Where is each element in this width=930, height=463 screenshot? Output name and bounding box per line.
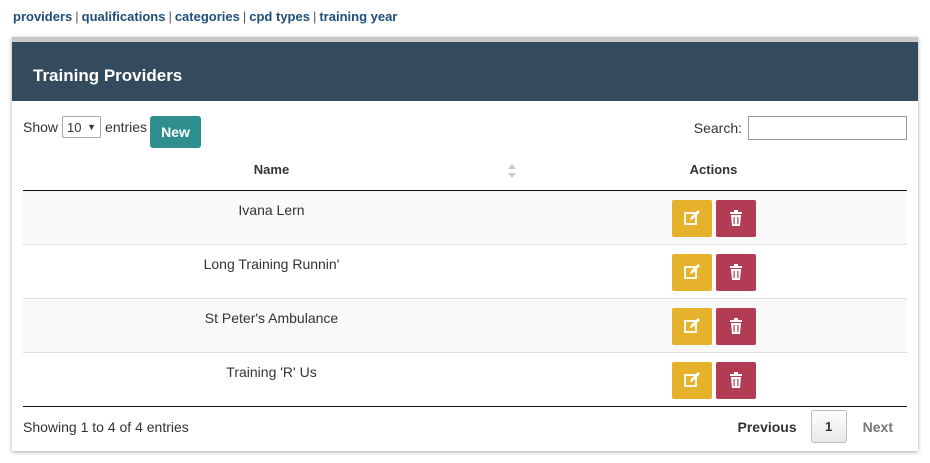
row-actions bbox=[520, 352, 907, 407]
next-button[interactable]: Next bbox=[863, 419, 893, 435]
show-label: Show bbox=[23, 119, 59, 135]
edit-button[interactable] bbox=[671, 253, 712, 291]
table-row: Training 'R' Us bbox=[23, 352, 907, 407]
new-button[interactable]: New bbox=[150, 116, 201, 148]
nav-link-providers[interactable]: providers bbox=[13, 9, 72, 24]
entries-label: entries bbox=[105, 119, 148, 135]
entries-select-value: 10 bbox=[67, 119, 82, 135]
nav-separator: | bbox=[312, 9, 317, 24]
provider-name: St Peter's Ambulance bbox=[23, 298, 520, 353]
table-header-row: Name Actions bbox=[23, 150, 907, 191]
search-input[interactable] bbox=[748, 116, 907, 140]
search-control: Search: bbox=[694, 116, 907, 140]
row-actions bbox=[520, 244, 907, 299]
delete-button[interactable] bbox=[715, 361, 756, 399]
nav-separator: | bbox=[242, 9, 247, 24]
column-header-actions: Actions bbox=[520, 150, 907, 191]
table-row: Ivana Lern bbox=[23, 190, 907, 245]
column-header-name[interactable]: Name bbox=[23, 150, 520, 191]
nav-link-cpd-types[interactable]: cpd types bbox=[249, 9, 310, 24]
provider-name: Ivana Lern bbox=[23, 190, 520, 245]
row-actions bbox=[520, 190, 907, 245]
column-header-name-label: Name bbox=[253, 162, 290, 178]
nav-link-training-year[interactable]: training year bbox=[319, 9, 397, 24]
entries-select[interactable]: 10 ▼ bbox=[62, 116, 102, 138]
delete-button[interactable] bbox=[715, 199, 756, 237]
chevron-down-icon: ▼ bbox=[87, 122, 97, 132]
length-control: Show 10 ▼ entries bbox=[23, 116, 147, 138]
providers-table: Name Actions Ivana Lern Long Training Run… bbox=[23, 150, 907, 407]
edit-button[interactable] bbox=[671, 199, 712, 237]
page-1-button[interactable]: 1 bbox=[810, 410, 847, 443]
sort-icon bbox=[508, 164, 516, 178]
nav-separator: | bbox=[75, 9, 79, 24]
provider-name: Long Training Runnin' bbox=[23, 244, 520, 299]
row-actions bbox=[520, 298, 907, 353]
provider-name: Training 'R' Us bbox=[23, 352, 520, 407]
edit-button[interactable] bbox=[671, 307, 712, 345]
table-info: Showing 1 to 4 of 4 entries bbox=[23, 419, 189, 435]
previous-button[interactable]: Previous bbox=[738, 419, 797, 435]
pagination: Previous 1 Next bbox=[738, 410, 907, 443]
nav-link-categories[interactable]: categories bbox=[175, 9, 240, 24]
top-navigation: providers | qualifications | categories | cpd … bbox=[13, 9, 397, 24]
panel-title: Training Providers bbox=[12, 42, 918, 101]
nav-link-qualifications[interactable]: qualifications bbox=[82, 9, 166, 24]
table-row: Long Training Runnin' bbox=[23, 244, 907, 299]
search-label: Search: bbox=[693, 120, 742, 136]
training-providers-panel: Training Providers Show 10 ▼ entries New… bbox=[12, 37, 918, 451]
table-row: St Peter's Ambulance bbox=[23, 298, 907, 353]
nav-separator: | bbox=[168, 9, 172, 24]
delete-button[interactable] bbox=[715, 307, 756, 345]
edit-button[interactable] bbox=[671, 361, 712, 399]
delete-button[interactable] bbox=[715, 253, 756, 291]
